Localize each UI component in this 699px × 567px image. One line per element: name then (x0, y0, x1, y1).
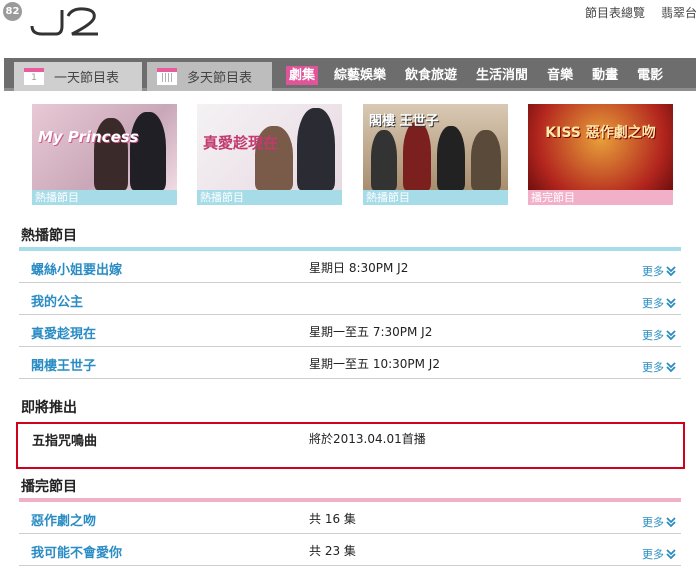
one-day-schedule-tab[interactable]: 1 一天節目表 (14, 62, 142, 91)
channel-number-badge: 82 (3, 2, 22, 21)
upcoming-section-title: 即將推出 (21, 400, 77, 416)
upcoming-premiere-date: 將於2013.04.01首播 (309, 432, 426, 446)
program-name-link[interactable]: 閣樓王世子 (31, 355, 96, 374)
program-name-link[interactable]: 惡作劇之吻 (31, 510, 96, 529)
episode-count: 共 16 集 (309, 512, 356, 526)
promo-image: 真愛趁現在 (197, 104, 342, 190)
more-link[interactable]: 更多 (642, 514, 676, 530)
promo-caption: 熱播節目 (363, 190, 508, 205)
promo-caption: 播完節目 (528, 190, 673, 205)
program-time: 星期一至五 7:30PM J2 (309, 325, 433, 339)
more-link[interactable]: 更多 (642, 546, 676, 562)
double-chevron-down-icon (666, 549, 676, 559)
program-time: 星期日 8:30PM J2 (309, 261, 409, 275)
table-row: 我的公主 更多 (19, 283, 681, 315)
one-day-schedule-label: 一天節目表 (54, 71, 120, 86)
calendar-multi-icon: |||| (157, 68, 177, 85)
promo-tile-true-love[interactable]: 真愛趁現在 熱播節目 (197, 104, 342, 205)
category-movie[interactable]: 電影 (634, 66, 666, 85)
category-nav-bar: 1 一天節目表 |||| 多天節目表 劇集 綜藝娛樂 飲食旅遊 生活消閒 音樂 … (4, 58, 696, 91)
category-drama[interactable]: 劇集 (286, 66, 319, 85)
top-links: 節目表總覽 翡翠台 (585, 4, 697, 21)
promo-tile-my-princess[interactable]: My Princess 熱播節目 (32, 104, 177, 205)
program-name-link[interactable]: 我的公主 (31, 291, 83, 310)
category-list: 劇集 綜藝娛樂 飲食旅遊 生活消閒 音樂 動畫 電影 (286, 66, 666, 85)
table-row: 閣樓王世子 星期一至五 10:30PM J2 更多 (19, 347, 681, 379)
table-row: 惡作劇之吻 共 16 集 更多 (19, 502, 681, 534)
more-link[interactable]: 更多 (642, 295, 676, 311)
promo-image: My Princess (32, 104, 177, 190)
promo-title-art: 閣樓 王世子 (369, 114, 439, 129)
finished-section-title: 播完節目 (21, 479, 77, 495)
category-music[interactable]: 音樂 (544, 66, 576, 85)
double-chevron-down-icon (666, 266, 676, 276)
calendar-icon: 1 (24, 68, 44, 85)
promo-title-art: My Princess (38, 128, 139, 146)
j2-logo[interactable] (28, 4, 102, 42)
promo-image: KISS 惡作劇之吻 (528, 104, 673, 190)
table-row: 我可能不會愛你 共 23 集 更多 (19, 534, 681, 566)
promo-tile-rooftop-prince[interactable]: 閣樓 王世子 熱播節目 (363, 104, 508, 205)
promo-caption: 熱播節目 (197, 190, 342, 205)
more-link[interactable]: 更多 (642, 263, 676, 279)
program-name-link[interactable]: 真愛趁現在 (31, 323, 96, 342)
category-variety[interactable]: 綜藝娛樂 (331, 66, 389, 85)
table-row: 螺絲小姐要出嫁 星期日 8:30PM J2 更多 (19, 251, 681, 283)
double-chevron-down-icon (666, 298, 676, 308)
table-row: 真愛趁現在 星期一至五 7:30PM J2 更多 (19, 315, 681, 347)
multi-day-schedule-label: 多天節目表 (187, 71, 253, 86)
upcoming-program-name: 五指咒鳴曲 (32, 434, 98, 449)
program-name-link[interactable]: 我可能不會愛你 (31, 542, 122, 561)
double-chevron-down-icon (666, 330, 676, 340)
jade-channel-link[interactable]: 翡翠台 (661, 4, 697, 21)
more-link[interactable]: 更多 (642, 359, 676, 375)
promo-title-art: KISS 惡作劇之吻 (545, 125, 656, 141)
category-animation[interactable]: 動畫 (589, 66, 621, 85)
double-chevron-down-icon (666, 517, 676, 527)
double-chevron-down-icon (666, 362, 676, 372)
program-name-link[interactable]: 螺絲小姐要出嫁 (31, 259, 122, 278)
schedule-overview-link[interactable]: 節目表總覽 (585, 4, 645, 21)
program-time: 星期一至五 10:30PM J2 (309, 357, 440, 371)
episode-count: 共 23 集 (309, 544, 356, 558)
category-food-travel[interactable]: 飲食旅遊 (402, 66, 460, 85)
hot-section-title: 熱播節目 (21, 228, 77, 244)
promo-image: 閣樓 王世子 (363, 104, 508, 190)
more-link[interactable]: 更多 (642, 327, 676, 343)
multi-day-schedule-tab[interactable]: |||| 多天節目表 (147, 62, 272, 91)
promo-tile-kiss[interactable]: KISS 惡作劇之吻 播完節目 (528, 104, 673, 205)
site-header: 82 節目表總覽 翡翠台 (0, 0, 699, 46)
promo-caption: 熱播節目 (32, 190, 177, 205)
category-lifestyle[interactable]: 生活消閒 (473, 66, 531, 85)
promo-title-art: 真愛趁現在 (203, 134, 279, 152)
